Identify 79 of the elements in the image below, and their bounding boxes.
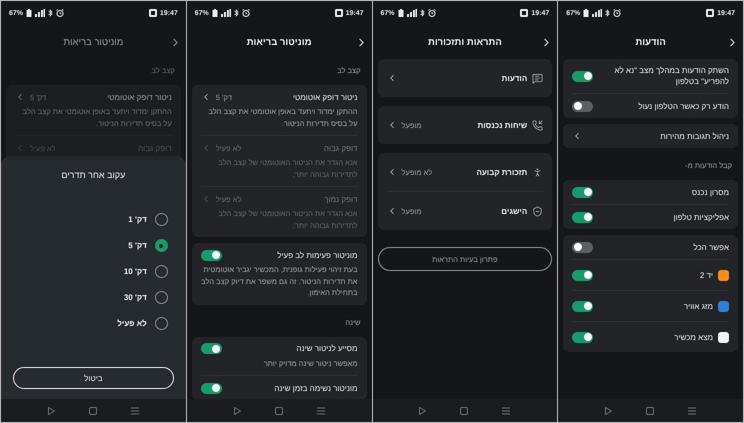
battery-icon [583,9,590,17]
setting-title: מזג אוויר [682,300,713,312]
bluetooth-icon [234,9,239,17]
radio-button[interactable] [154,265,168,278]
sheet-title: עקוב אחר תדרים [61,170,126,180]
setting-title: מסרון נכנס [690,186,729,198]
toggle-switch[interactable] [572,212,594,222]
toggle-switch[interactable] [572,70,594,82]
setting-title: ניהול תגובות מהירות [659,130,729,142]
menu-icon[interactable] [502,406,510,414]
signal-icon [220,9,231,17]
menu-icon[interactable] [316,406,325,414]
option-label: דק' 1 [128,215,147,224]
setting-title: דופק גבוה [322,142,358,154]
toggle-switch[interactable] [572,242,594,252]
signal-icon [35,9,46,17]
chat-icon [532,72,544,84]
menu-icon[interactable] [130,406,139,414]
bluetooth-icon [605,9,610,17]
bluetooth-icon [48,9,54,17]
page-title: מוניטור בריאות [64,36,124,48]
option-label: דק' 10 [124,267,147,276]
option-label: דק' 5 [128,241,147,250]
setting-title: מוניטור פעימות לב פעיל [276,250,358,260]
setting-title: מצא מכשיר [673,332,713,342]
toggle-switch[interactable] [200,343,222,354]
radio-button[interactable] [154,317,168,330]
setting-title: דופק נמוך [323,194,358,204]
bluetooth-icon [420,9,425,17]
setting-title: ניטור דופק אוטומטי [292,92,358,102]
home-icon[interactable] [460,406,468,414]
battery-icon [398,9,404,17]
alarm-icon [428,9,436,17]
shield-icon [532,206,544,216]
setting-title: השתק הודעות במהלך מצב "נא לא להפריע" בטלפון [613,65,729,87]
home-icon[interactable] [646,406,654,414]
setting-title: הודעות [500,72,528,84]
setting-title: הישגים [500,206,528,216]
notification-icon [334,9,343,17]
setting-title: מוניטור נשימה בזמן שינה [273,382,358,394]
signal-icon [592,9,602,17]
home-icon[interactable] [88,406,97,414]
notification-icon [706,9,714,17]
home-icon[interactable] [274,406,283,414]
page-title: התראות ותזכורות [428,36,502,48]
radio-button[interactable] [154,213,168,226]
toggle-switch[interactable] [572,332,594,342]
option-label: לא פעיל [117,319,147,328]
notification-icon [520,9,528,17]
toggle-switch[interactable] [572,270,594,280]
person-icon [532,166,544,178]
toggle-switch[interactable] [572,300,594,312]
toggle-switch[interactable] [200,250,222,260]
alarm-icon [613,9,622,17]
battery-icon [212,9,218,17]
alarm-icon [242,9,250,17]
toggle-switch[interactable] [572,100,594,112]
radio-button[interactable] [154,239,168,252]
setting-title: שיחות נכנסות [476,120,528,130]
page-title: מוניטור בריאות [246,36,312,48]
notification-icon [148,9,157,17]
phone-icon [532,120,544,130]
toggle-switch[interactable] [572,186,594,198]
battery-icon [26,9,32,17]
menu-icon[interactable] [688,406,696,414]
page-title: הודעות [635,36,666,48]
setting-title: ניטור דופק אוטומטי [106,92,172,102]
setting-title: אפשר הכל [692,242,729,252]
radio-button[interactable] [154,291,168,304]
cancel-button[interactable]: ביטול [13,367,174,389]
setting-title: אפליקציות טלפון [672,212,729,222]
toggle-switch[interactable] [200,382,222,394]
signal-icon [406,9,417,17]
setting-title: הודע רק כאשר הטלפון נעול [637,100,729,112]
setting-title: יד 2 [698,270,713,280]
setting-title: תזכורת קבועה [475,166,528,178]
option-label: דק' 30 [124,293,147,302]
alarm-icon [56,9,64,17]
setting-title: מסייע לניטור שינה [295,343,358,354]
